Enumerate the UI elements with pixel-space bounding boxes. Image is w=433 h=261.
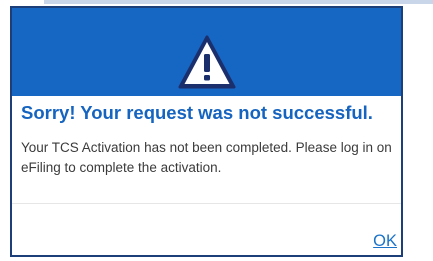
dialog-header [12, 8, 401, 96]
divider [12, 203, 401, 204]
dialog-message: Your TCS Activation has not been complet… [21, 140, 392, 175]
error-dialog: Sorry! Your request was not successful. … [10, 6, 403, 257]
dialog-title: Sorry! Your request was not successful. [21, 102, 373, 123]
background-strip [44, 0, 433, 4]
ok-button[interactable]: OK [373, 231, 397, 251]
warning-triangle-icon [178, 35, 236, 89]
